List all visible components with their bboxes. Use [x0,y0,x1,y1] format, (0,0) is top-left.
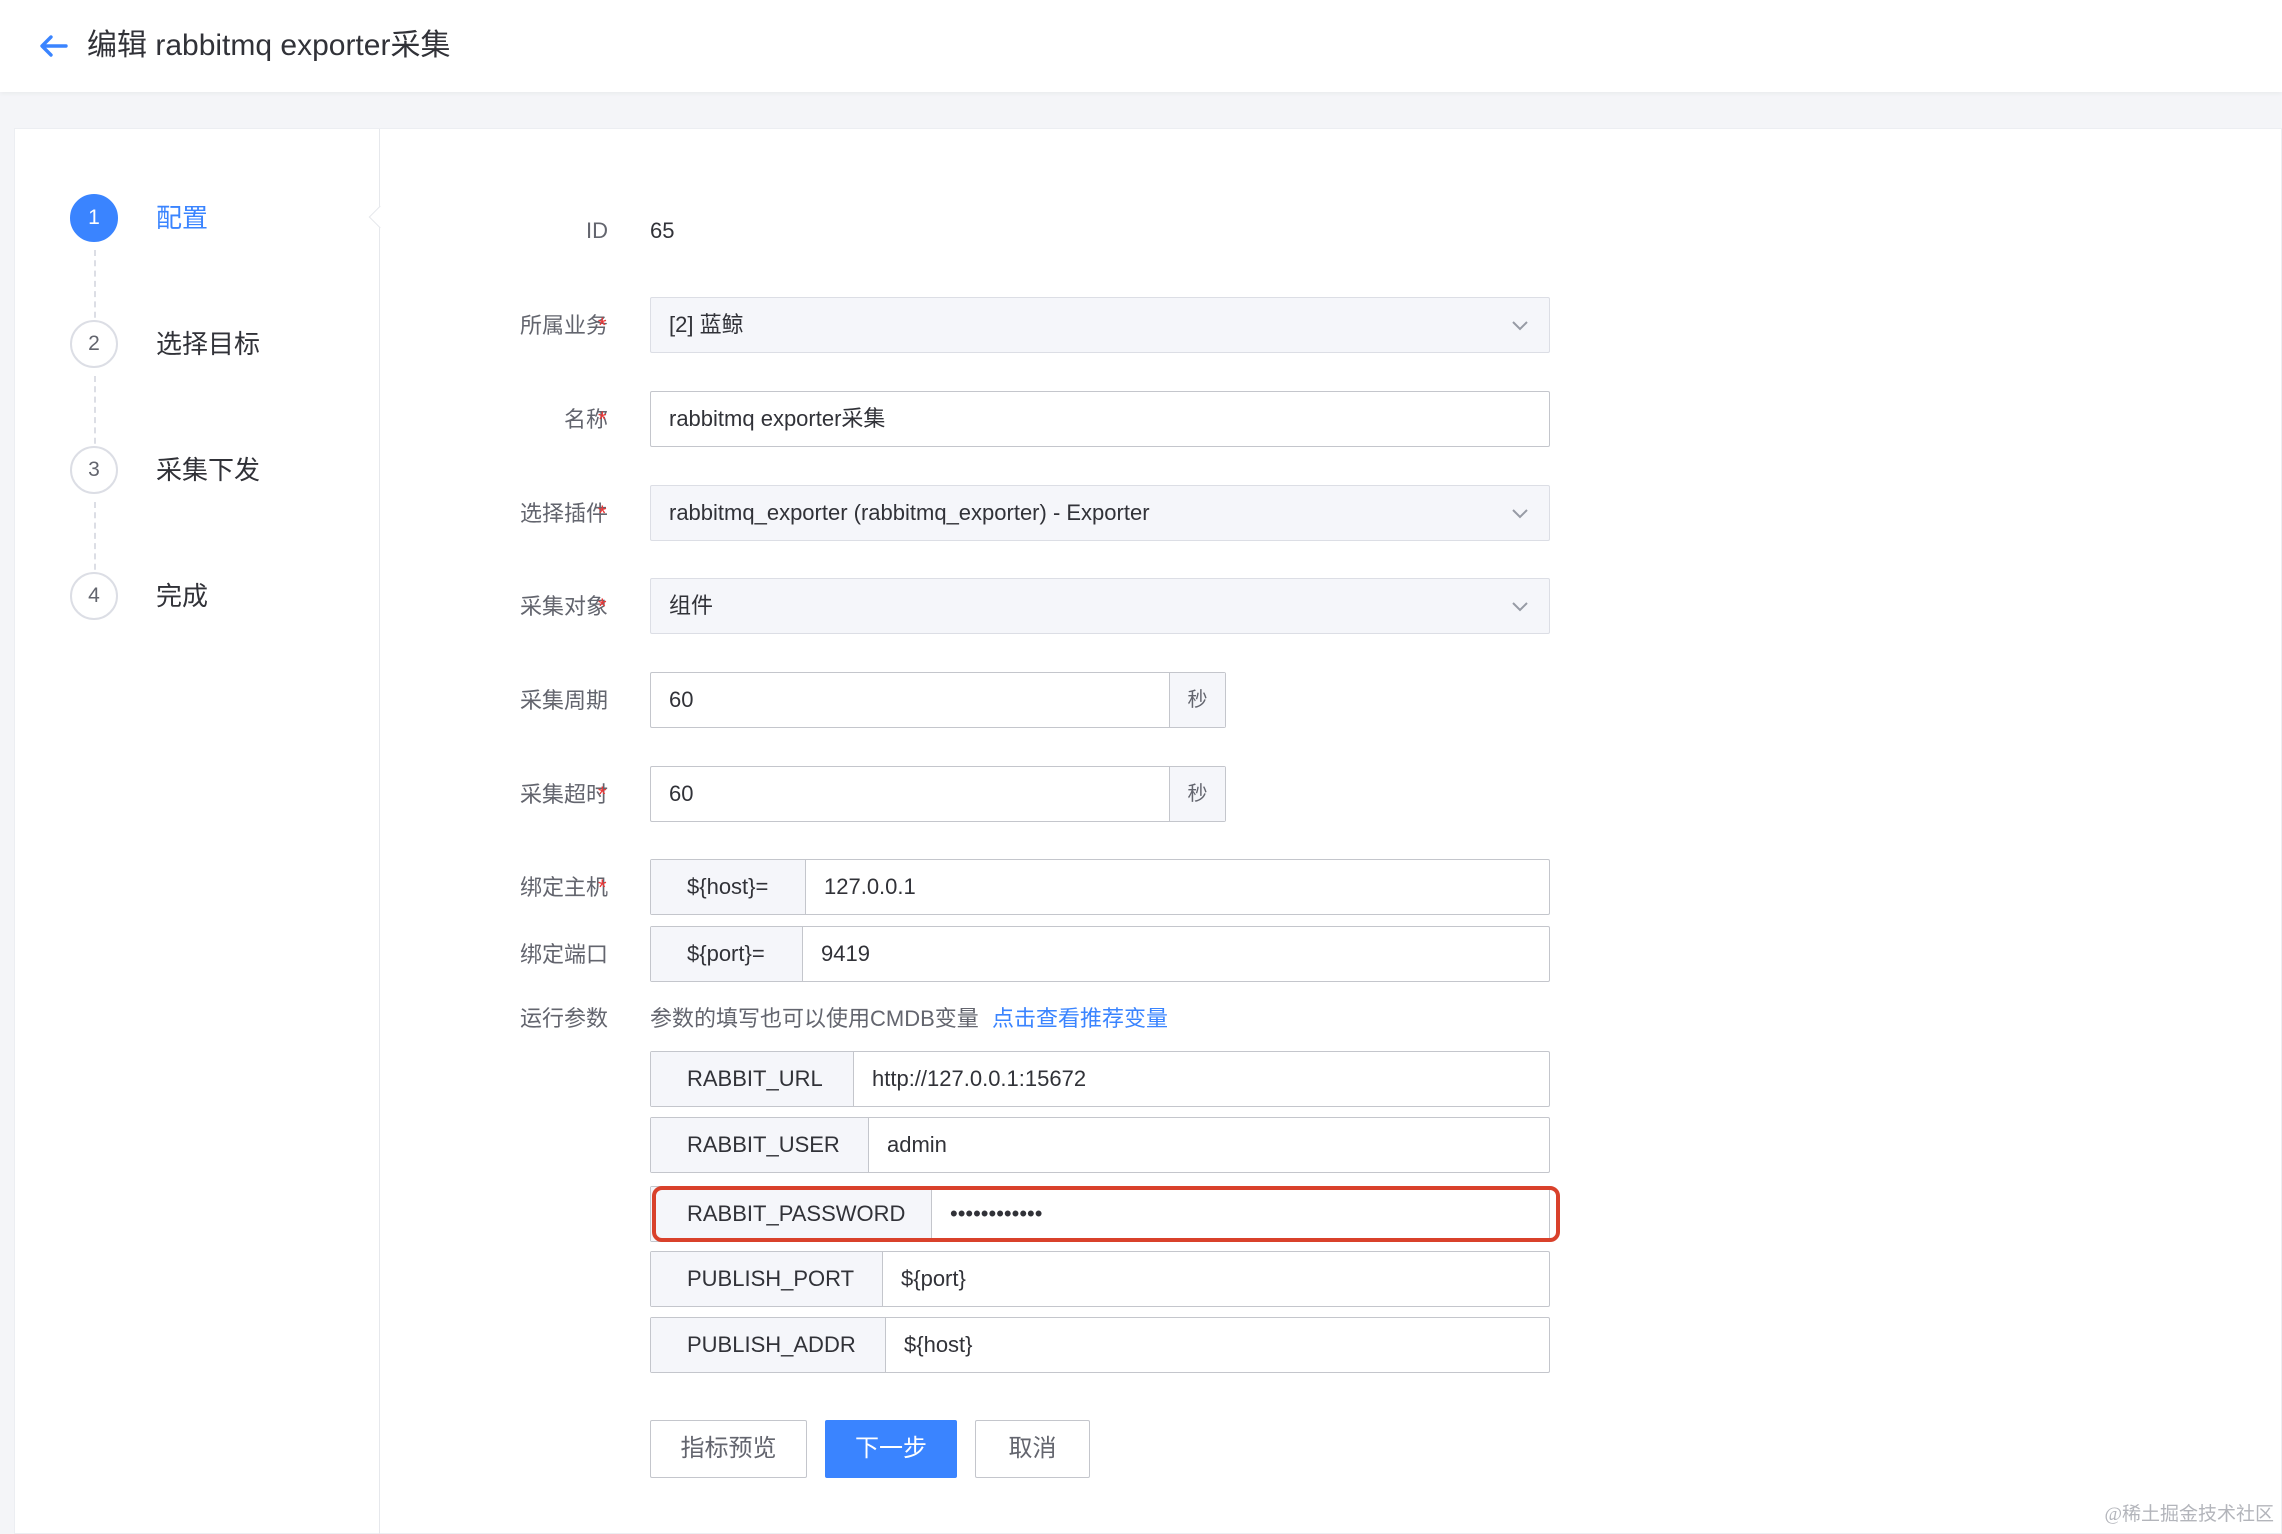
step-connector [94,250,96,328]
param-row-rabbit-url[interactable]: RABBIT_URL http://127.0.0.1:15672 [650,1051,1550,1107]
param-value: ${host} [904,1332,973,1357]
param-row-rabbit-user[interactable]: RABBIT_USER admin [650,1117,1550,1173]
param-key: PUBLISH_PORT [651,1252,883,1306]
business-select[interactable]: [2] 蓝鲸 [650,297,1550,353]
period-input[interactable]: 60 秒 [650,672,1226,728]
steps-sidebar: 1 配置 2 选择目标 3 采集下发 4 完成 [15,129,380,1534]
next-step-button[interactable]: 下一步 [825,1420,957,1478]
param-value: ${port} [901,1266,966,1291]
step-number: 1 [70,194,118,242]
step-connector [94,376,96,454]
plugin-select[interactable]: rabbitmq_exporter (rabbitmq_exporter) - … [650,485,1550,541]
chevron-down-icon [1512,602,1528,612]
required-mark: * [598,594,607,619]
params-tip: 参数的填写也可以使用CMDB变量 [650,1006,979,1031]
host-input[interactable]: ${host}= 127.0.0.1 [650,859,1550,915]
period-unit: 秒 [1169,673,1225,727]
page-header: 编辑 rabbitmq exporter采集 [0,0,2282,92]
watermark: @稀土掘金技术社区 [2104,1504,2275,1525]
timeout-input[interactable]: 60 秒 [650,766,1226,822]
name-label: 名称 [563,407,608,432]
param-row-publish-addr[interactable]: PUBLISH_ADDR ${host} [650,1317,1550,1373]
name-input[interactable]: rabbitmq exporter采集 [650,391,1550,447]
port-value: 9419 [821,941,870,966]
plugin-label: 选择插件 [519,501,608,526]
id-label: ID [586,218,608,243]
param-key: PUBLISH_ADDR [651,1318,886,1372]
target-label: 采集对象 [519,594,608,619]
timeout-value: 60 [669,781,694,806]
recommended-variables-link[interactable]: 点击查看推荐变量 [992,1004,1168,1034]
required-mark: * [598,407,607,432]
param-value: •••••••••••• [950,1201,1043,1226]
host-value: 127.0.0.1 [824,874,916,899]
chevron-down-icon [1512,509,1528,519]
step-number: 3 [70,446,118,494]
params-label: 运行参数 [519,1006,608,1031]
port-key: ${port}= [651,927,803,981]
page-title: 编辑 rabbitmq exporter采集 [87,29,451,62]
step-connector [94,502,96,580]
metric-preview-button[interactable]: 指标预览 [650,1420,807,1478]
required-mark: * [598,501,607,526]
plugin-value: rabbitmq_exporter (rabbitmq_exporter) - … [669,500,1150,525]
timeout-unit: 秒 [1169,767,1225,821]
param-value: admin [887,1132,947,1157]
param-key: RABBIT_URL [651,1052,854,1106]
name-value: rabbitmq exporter采集 [669,406,886,431]
host-label: 绑定主机 [519,875,608,900]
step-number: 2 [70,320,118,368]
step-label: 配置 [156,203,209,233]
timeout-label: 采集超时 [519,782,608,807]
param-key: RABBIT_USER [651,1118,869,1172]
required-mark: * [598,875,607,900]
cancel-button[interactable]: 取消 [975,1420,1090,1478]
business-value: [2] 蓝鲸 [669,312,744,337]
param-row-rabbit-password[interactable]: RABBIT_PASSWORD •••••••••••• [650,1186,1550,1242]
step-label: 完成 [156,581,209,611]
id-value: 65 [650,218,675,243]
required-mark: * [598,313,607,338]
step-label: 采集下发 [156,455,261,485]
param-value: http://127.0.0.1:15672 [872,1066,1087,1091]
port-input[interactable]: ${port}= 9419 [650,926,1550,982]
target-value: 组件 [669,593,714,618]
period-value: 60 [669,687,694,712]
business-label: 所属业务 [519,313,608,338]
param-key: RABBIT_PASSWORD [651,1187,932,1241]
param-row-publish-port[interactable]: PUBLISH_PORT ${port} [650,1251,1550,1307]
required-mark: * [598,782,607,807]
port-label: 绑定端口 [519,942,608,967]
host-key: ${host}= [651,860,806,914]
step-label: 选择目标 [156,329,261,359]
chevron-down-icon [1512,321,1528,331]
period-label: 采集周期 [519,688,608,713]
step-number: 4 [70,572,118,620]
arrow-left-icon[interactable] [34,26,74,66]
target-select[interactable]: 组件 [650,578,1550,634]
